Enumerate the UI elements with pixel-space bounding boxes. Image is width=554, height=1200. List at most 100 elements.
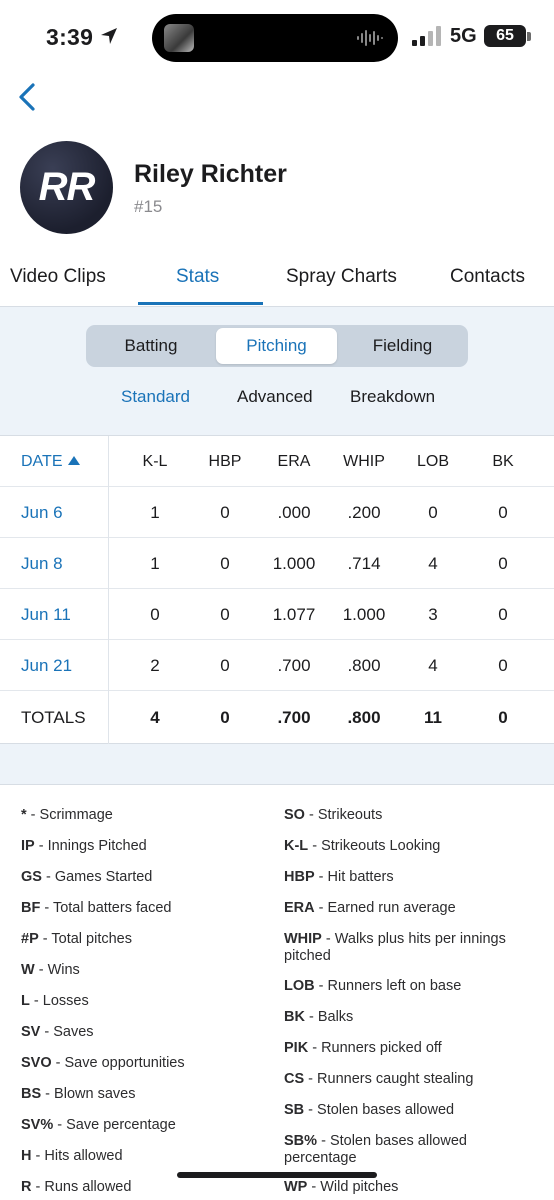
cell-hbp: 0	[220, 656, 230, 675]
total-whip: .800	[347, 708, 381, 727]
table-header-row: DATE K-L HBP ERA WHIP LOB BK	[0, 436, 554, 487]
row-date-link[interactable]: Jun 8	[21, 538, 63, 589]
player-name: Riley Richter	[134, 160, 287, 188]
status-time: 3:39	[46, 24, 94, 50]
cell-era: .700	[277, 656, 311, 675]
tab-stats[interactable]: Stats	[176, 266, 219, 288]
column-header-lob[interactable]: LOB	[417, 436, 449, 487]
sort-ascending-icon	[68, 456, 81, 465]
legend-item: ERA - Earned run average	[284, 900, 456, 916]
table-totals-row: TOTALS 4 0 .700 .800 11 0	[0, 692, 554, 743]
legend-item: WP - Wild pitches	[284, 1179, 399, 1195]
cell-hbp: 0	[220, 554, 230, 573]
legend-item: * - Scrimmage	[21, 807, 113, 823]
cell-hbp: 0	[220, 503, 230, 522]
column-header-era[interactable]: ERA	[278, 436, 311, 487]
cell-whip: .800	[347, 656, 381, 675]
segment-fielding[interactable]: Fielding	[340, 328, 465, 364]
main-tabs: Video Clips Stats Spray Charts Contacts	[0, 258, 554, 306]
column-header-kl[interactable]: K-L	[143, 436, 168, 487]
total-hbp: 0	[220, 708, 230, 727]
cell-bk: 0	[498, 554, 508, 573]
pitching-stats-table: DATE K-L HBP ERA WHIP LOB BK Jun 6 1 0 .…	[0, 435, 554, 744]
legend-item: SV% - Save percentage	[21, 1117, 176, 1133]
cell-bk: 0	[498, 656, 508, 675]
table-row[interactable]: Jun 11 0 0 1.077 1.000 3 0	[0, 589, 554, 640]
cell-kl: 1	[150, 554, 160, 573]
view-breakdown[interactable]: Breakdown	[350, 387, 435, 407]
album-art-icon	[164, 24, 194, 52]
tab-spray-charts[interactable]: Spray Charts	[286, 266, 397, 288]
tab-video-clips[interactable]: Video Clips	[10, 266, 106, 288]
legend-item: L - Losses	[21, 993, 89, 1009]
stats-filter-panel: Batting Pitching Fielding Standard Advan…	[0, 306, 554, 436]
view-standard[interactable]: Standard	[121, 387, 190, 407]
avatar: RR	[20, 141, 113, 234]
table-row[interactable]: Jun 21 2 0 .700 .800 4 0	[0, 640, 554, 691]
column-header-whip[interactable]: WHIP	[343, 436, 385, 487]
table-row[interactable]: Jun 8 1 0 1.000 .714 4 0	[0, 538, 554, 589]
view-advanced[interactable]: Advanced	[237, 387, 313, 407]
legend-item: R - Runs allowed	[21, 1179, 132, 1195]
home-indicator[interactable]	[177, 1172, 377, 1178]
cell-bk: 0	[498, 503, 508, 522]
legend-item: WHIP - Walks plus hits per innings pitch…	[284, 931, 506, 964]
status-bar: 3:39 5G 65	[0, 0, 554, 76]
row-date-link[interactable]: Jun 11	[21, 589, 71, 640]
totals-label: TOTALS	[21, 708, 86, 727]
legend-item: W - Wins	[21, 962, 80, 978]
legend-item: GS - Games Started	[21, 869, 153, 885]
cell-whip: 1.000	[342, 605, 386, 624]
legend-item: #P - Total pitches	[21, 931, 132, 947]
column-header-date[interactable]: DATE	[21, 436, 81, 487]
cell-lob: 4	[428, 554, 438, 573]
total-kl: 4	[150, 708, 160, 727]
row-date-link[interactable]: Jun 6	[21, 487, 63, 538]
legend-item: IP - Innings Pitched	[21, 838, 147, 854]
battery-cap	[527, 32, 531, 41]
legend-item: H - Hits allowed	[21, 1148, 123, 1164]
cell-hbp: 0	[220, 605, 230, 624]
column-header-bk[interactable]: BK	[492, 436, 513, 487]
cell-kl: 0	[150, 605, 160, 624]
frozen-column-divider	[108, 436, 109, 744]
location-arrow-icon	[101, 28, 117, 44]
back-chevron-icon[interactable]	[12, 80, 42, 114]
legend-item: SV - Saves	[21, 1024, 94, 1040]
cell-era: 1.077	[272, 605, 316, 624]
legend-item: LOB - Runners left on base	[284, 978, 462, 994]
signal-bars-icon	[412, 26, 441, 46]
total-lob: 11	[424, 708, 442, 727]
legend-item: BF - Total batters faced	[21, 900, 172, 916]
avatar-initials: RR	[38, 165, 96, 209]
legend-item: SVO - Save opportunities	[21, 1055, 185, 1071]
cell-whip: .200	[347, 503, 381, 522]
row-date-link[interactable]: Jun 21	[21, 640, 72, 691]
table-row[interactable]: Jun 6 1 0 .000 .200 0 0	[0, 487, 554, 538]
legend-item: SO - Strikeouts	[284, 807, 383, 823]
cell-kl: 1	[150, 503, 160, 522]
tab-contacts[interactable]: Contacts	[450, 266, 525, 288]
legend-item: BK - Balks	[284, 1009, 354, 1025]
legend-item: SB - Stolen bases allowed	[284, 1102, 455, 1118]
column-header-hbp[interactable]: HBP	[209, 436, 242, 487]
segment-pitching[interactable]: Pitching	[216, 328, 337, 364]
legend-item: BS - Blown saves	[21, 1086, 136, 1102]
stats-legend: * - Scrimmage IP - Innings Pitched GS - …	[0, 784, 554, 1200]
network-type: 5G	[450, 25, 477, 47]
stat-type-segmented-control: Batting Pitching Fielding	[86, 325, 468, 367]
battery-icon: 65	[484, 25, 526, 47]
cell-lob: 4	[428, 656, 438, 675]
legend-item: HBP - Hit batters	[284, 869, 394, 885]
total-era: .700	[277, 708, 311, 727]
cell-lob: 3	[428, 605, 438, 624]
cell-era: .000	[277, 503, 311, 522]
active-tab-indicator	[138, 302, 263, 305]
cell-kl: 2	[150, 656, 160, 675]
segment-batting[interactable]: Batting	[89, 328, 213, 364]
cell-whip: .714	[347, 554, 381, 573]
date-header-label: DATE	[21, 453, 63, 470]
cell-bk: 0	[498, 605, 508, 624]
legend-item: CS - Runners caught stealing	[284, 1071, 474, 1087]
section-spacer	[0, 744, 554, 784]
